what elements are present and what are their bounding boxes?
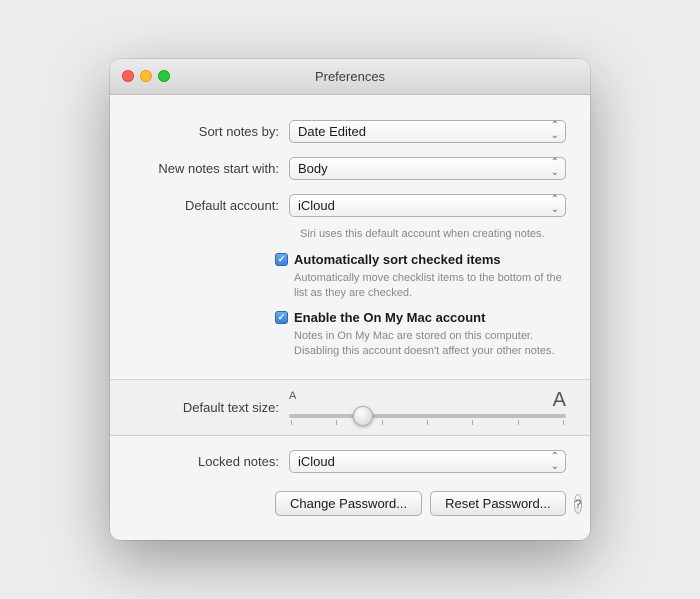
auto-sort-row: Automatically sort checked items [275, 252, 566, 267]
sort-notes-select-wrapper: Date Edited Date Created Title ⌃⌄ [289, 120, 566, 143]
titlebar: Preferences [110, 59, 590, 95]
auto-sort-description: Automatically move checklist items to th… [275, 269, 566, 310]
maximize-button[interactable] [158, 70, 170, 82]
enable-mac-checkbox[interactable] [275, 311, 288, 324]
sort-notes-label: Sort notes by: [134, 124, 289, 139]
minimize-button[interactable] [140, 70, 152, 82]
password-buttons-row: Change Password... Reset Password... ? [110, 491, 590, 516]
text-size-label: Default text size: [134, 400, 289, 415]
auto-sort-checkbox[interactable] [275, 253, 288, 266]
siri-hint: Siri uses this default account when crea… [110, 226, 590, 246]
new-notes-select[interactable]: Body Title [289, 157, 566, 180]
locked-notes-row: Locked notes: iCloud On My Mac ⌃⌄ [134, 450, 566, 473]
default-account-row: Default account: iCloud On My Mac ⌃⌄ [110, 189, 590, 222]
content-area: Sort notes by: Date Edited Date Created … [110, 95, 590, 541]
auto-sort-label: Automatically sort checked items [294, 252, 501, 267]
enable-mac-row: Enable the On My Mac account [275, 310, 566, 325]
new-notes-select-wrapper: Body Title ⌃⌄ [289, 157, 566, 180]
sort-notes-select[interactable]: Date Edited Date Created Title [289, 120, 566, 143]
slider-control: A A [289, 390, 566, 425]
text-size-row: Default text size: A A [134, 390, 566, 425]
default-account-select-wrapper: iCloud On My Mac ⌃⌄ [289, 194, 566, 217]
slider-section: Default text size: A A [110, 379, 590, 436]
text-size-slider[interactable] [289, 414, 566, 418]
locked-notes-select-wrapper: iCloud On My Mac ⌃⌄ [289, 450, 566, 473]
default-account-label: Default account: [134, 198, 289, 213]
close-button[interactable] [122, 70, 134, 82]
preferences-window: Preferences Sort notes by: Date Edited D… [110, 59, 590, 541]
new-notes-row: New notes start with: Body Title ⌃⌄ [110, 152, 590, 185]
locked-notes-label: Locked notes: [134, 454, 289, 469]
help-button[interactable]: ? [574, 494, 583, 514]
window-title: Preferences [315, 69, 385, 84]
default-account-select[interactable]: iCloud On My Mac [289, 194, 566, 217]
traffic-lights [122, 70, 170, 82]
enable-mac-label: Enable the On My Mac account [294, 310, 485, 325]
locked-notes-section: Locked notes: iCloud On My Mac ⌃⌄ [110, 442, 590, 491]
reset-password-button[interactable]: Reset Password... [430, 491, 566, 516]
change-password-button[interactable]: Change Password... [275, 491, 422, 516]
sort-notes-row: Sort notes by: Date Edited Date Created … [110, 115, 590, 148]
auto-sort-section: Automatically sort checked items Automat… [110, 246, 590, 374]
new-notes-label: New notes start with: [134, 161, 289, 176]
enable-mac-description: Notes in On My Mac are stored on this co… [275, 327, 566, 368]
locked-notes-select[interactable]: iCloud On My Mac [289, 450, 566, 473]
